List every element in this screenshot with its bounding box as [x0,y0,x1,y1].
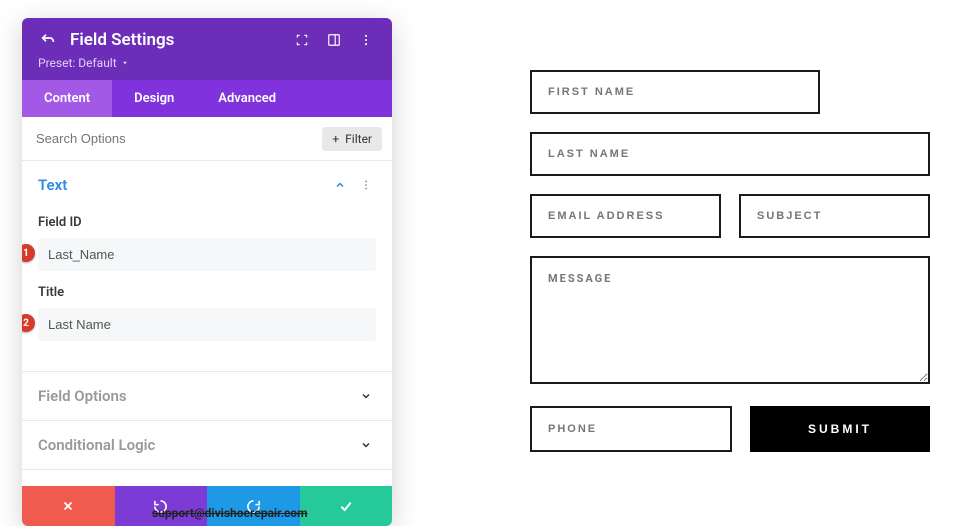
section-text-body: Field ID 1 Title 2 [22,215,392,371]
first-name-field[interactable] [530,70,820,114]
filter-button[interactable]: + Filter [322,127,382,151]
section-conditional-logic: Conditional Logic [22,421,392,470]
panel-header-top: Field Settings [38,30,376,50]
section-field-options: Field Options [22,372,392,421]
phone-submit-row: SUBMIT [530,406,930,452]
filter-label: Filter [345,132,372,146]
form-preview: SUBMIT [530,70,930,452]
title-row: 2 [38,308,376,341]
panel-title: Field Settings [70,30,280,50]
preset-selector[interactable]: Preset: Default [38,56,376,70]
section-conditional-logic-header[interactable]: Conditional Logic [22,421,392,469]
caret-down-icon [121,59,129,67]
close-icon [61,499,75,513]
tab-content[interactable]: Content [22,80,112,117]
tabs: Content Design Advanced [22,80,392,117]
field-settings-panel: Field Settings Preset: Default Content D… [22,18,392,526]
section-text-title: Text [38,176,330,194]
section-field-options-header[interactable]: Field Options [22,372,392,420]
last-name-field[interactable] [530,132,930,176]
plus-icon: + [332,132,339,146]
title-input[interactable] [38,308,376,341]
chevron-up-icon [330,175,350,195]
search-input[interactable] [32,125,322,152]
more-icon[interactable] [356,30,376,50]
submit-button[interactable]: SUBMIT [750,406,930,452]
email-field[interactable] [530,194,721,238]
section-text: Text Field ID 1 Title 2 [22,161,392,372]
focus-icon[interactable] [292,30,312,50]
save-button[interactable] [300,486,393,526]
check-icon [338,498,354,514]
panel-header: Field Settings Preset: Default [22,18,392,80]
field-id-input[interactable] [38,238,376,271]
search-row: + Filter [22,117,392,161]
section-text-header[interactable]: Text [22,161,392,209]
phone-field[interactable] [530,406,732,452]
section-conditional-logic-title: Conditional Logic [38,436,356,454]
badge-1: 1 [22,244,35,262]
back-icon[interactable] [38,30,58,50]
section-more-icon[interactable] [356,175,376,195]
chevron-down-icon [356,435,376,455]
chevron-down-icon [356,386,376,406]
tab-design[interactable]: Design [112,80,196,117]
tab-advanced[interactable]: Advanced [196,80,298,117]
cancel-button[interactable] [22,486,115,526]
message-field[interactable] [530,256,930,384]
field-id-row: 1 [38,238,376,271]
support-text: support@divishoerepair.com [152,506,307,520]
title-label: Title [38,285,376,300]
section-field-options-title: Field Options [38,387,356,405]
field-id-label: Field ID [38,215,376,230]
email-subject-row [530,194,930,256]
panel-layout-icon[interactable] [324,30,344,50]
preset-label: Preset: Default [38,56,117,70]
badge-2: 2 [22,314,35,332]
subject-field[interactable] [739,194,930,238]
